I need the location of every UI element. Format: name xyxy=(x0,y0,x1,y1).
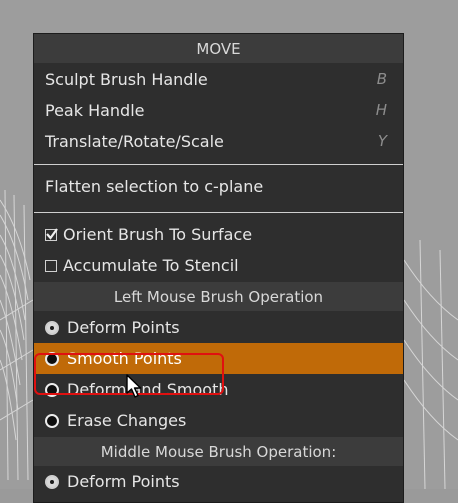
radio-erase-changes[interactable]: Erase Changes xyxy=(34,405,403,436)
checkbox-unchecked-icon[interactable] xyxy=(45,259,57,272)
section-header-middle-mouse: Middle Mouse Brush Operation: xyxy=(34,437,403,466)
radio-middle-deform-points[interactable]: Deform Points xyxy=(34,466,403,497)
menu-item-label: Sculpt Brush Handle xyxy=(45,70,208,89)
menu-item-peak-handle[interactable]: Peak Handle H xyxy=(34,95,403,126)
menu-item-translate-rotate-scale[interactable]: Translate/Rotate/Scale Y xyxy=(34,126,403,157)
menu-item-flatten-selection[interactable]: Flatten selection to c-plane xyxy=(34,171,403,202)
shortcut-label: H xyxy=(375,101,387,119)
move-tool-popup-menu: MOVE Sculpt Brush Handle B Peak Handle H… xyxy=(33,33,404,503)
menu-separator xyxy=(34,164,403,165)
shortcut-label: B xyxy=(376,70,387,88)
radio-label: Deform Points xyxy=(67,472,180,491)
menu-item-label: Translate/Rotate/Scale xyxy=(45,132,224,151)
checkbox-label: Accumulate To Stencil xyxy=(63,256,239,275)
section-header-left-mouse: Left Mouse Brush Operation xyxy=(34,282,403,311)
checkbox-checked-icon[interactable] xyxy=(45,227,58,241)
menu-title: MOVE xyxy=(34,34,403,63)
checkbox-accumulate-to-stencil[interactable]: Accumulate To Stencil xyxy=(34,250,403,281)
shortcut-label: Y xyxy=(377,132,387,150)
checkbox-orient-brush-to-surface[interactable]: Orient Brush To Surface xyxy=(34,219,403,250)
menu-item-sculpt-brush-handle[interactable]: Sculpt Brush Handle B xyxy=(34,64,403,95)
mouse-pointer-icon xyxy=(126,374,142,398)
radio-selected-icon[interactable] xyxy=(45,474,59,489)
menu-item-label: Peak Handle xyxy=(45,101,145,120)
radio-label: Erase Changes xyxy=(67,411,187,430)
radio-deform-points[interactable]: Deform Points xyxy=(34,312,403,343)
checkbox-label: Orient Brush To Surface xyxy=(63,225,253,244)
radio-selected-icon[interactable] xyxy=(45,320,59,335)
menu-separator xyxy=(34,212,403,213)
radio-label: Deform Points xyxy=(67,318,180,337)
menu-item-label: Flatten selection to c-plane xyxy=(45,177,264,196)
radio-unselected-icon[interactable] xyxy=(45,413,59,428)
